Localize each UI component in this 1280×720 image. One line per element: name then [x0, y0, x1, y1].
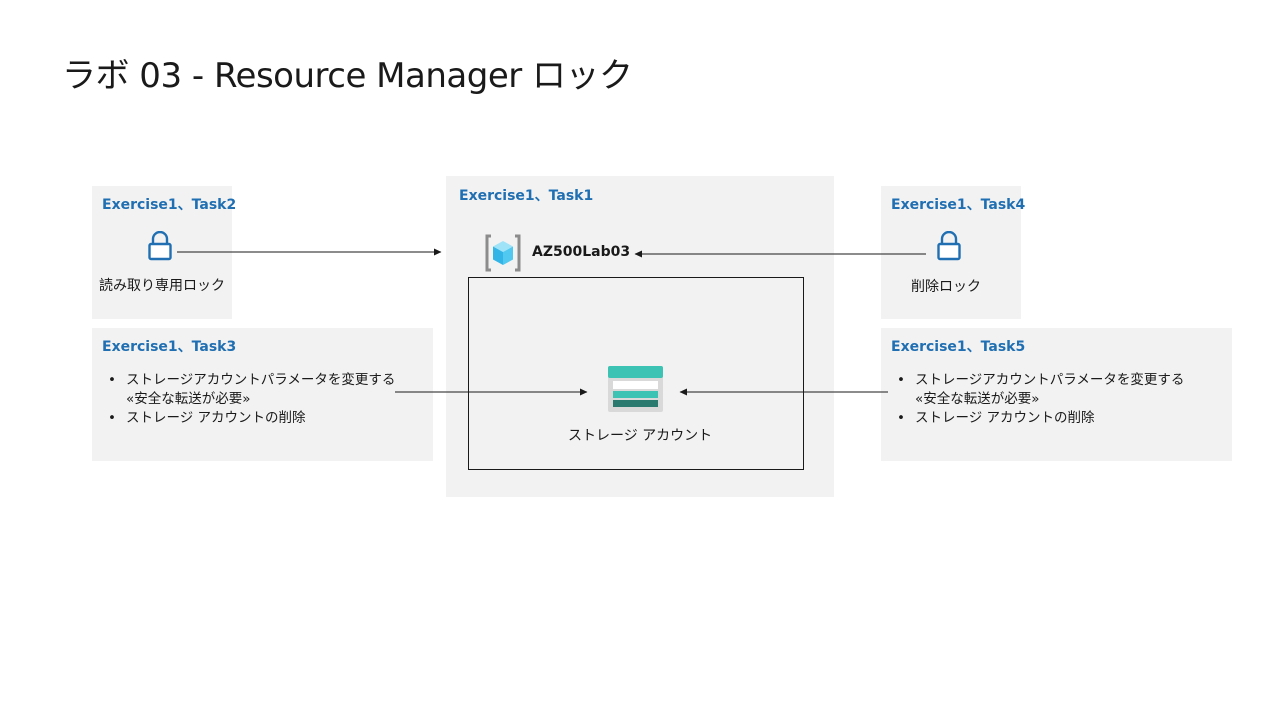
lock-icon: [148, 231, 172, 261]
resource-group-name: AZ500Lab03: [532, 244, 631, 260]
delete-lock-label: 削除ロック: [911, 279, 981, 295]
task3-heading: Exercise1、Task3: [102, 339, 237, 355]
task3-bullet-list: ストレージアカウントパラメータを変更する «安全な転送が必要» ストレージ アカ…: [106, 371, 395, 428]
list-item: ストレージ アカウントの削除: [895, 409, 1184, 428]
task5-bullet-list: ストレージアカウントパラメータを変更する «安全な転送が必要» ストレージ アカ…: [895, 371, 1184, 428]
read-only-lock-label: 読み取り専用ロック: [99, 278, 225, 294]
list-item: ストレージアカウントパラメータを変更する «安全な転送が必要»: [895, 371, 1184, 409]
list-item: ストレージアカウントパラメータを変更する «安全な転送が必要»: [106, 371, 395, 409]
storage-account-label: ストレージ アカウント: [568, 428, 713, 444]
task5-heading: Exercise1、Task5: [891, 339, 1026, 355]
task4-heading: Exercise1、Task4: [891, 197, 1026, 213]
task2-heading: Exercise1、Task2: [102, 197, 237, 213]
storage-account-icon: [608, 366, 663, 412]
bullet-text: ストレージ アカウントの削除: [126, 410, 306, 426]
bullet-text: ストレージ アカウントの削除: [915, 410, 1095, 426]
resource-group-icon: [485, 234, 521, 272]
bullet-text: ストレージアカウントパラメータを変更する: [126, 372, 396, 388]
bullet-text-continued: «安全な転送が必要»: [915, 391, 1040, 407]
bullet-text-continued: «安全な転送が必要»: [126, 391, 251, 407]
page-title: ラボ 03 - Resource Manager ロック: [62, 56, 633, 96]
lock-icon: [937, 231, 961, 261]
list-item: ストレージ アカウントの削除: [106, 409, 395, 428]
bullet-text: ストレージアカウントパラメータを変更する: [915, 372, 1185, 388]
task1-heading: Exercise1、Task1: [459, 188, 594, 204]
